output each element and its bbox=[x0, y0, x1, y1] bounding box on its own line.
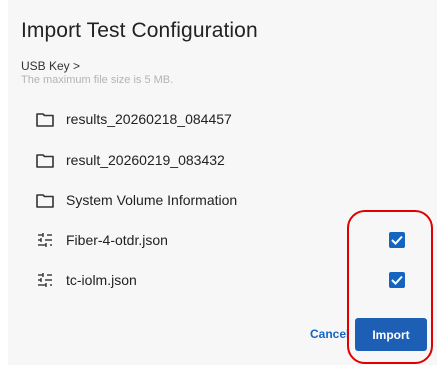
list-item-folder[interactable]: result_20260219_083432 bbox=[35, 145, 415, 175]
list-item-file[interactable]: tc-iolm.json bbox=[35, 265, 415, 295]
import-button[interactable]: Import bbox=[355, 318, 427, 351]
list-item-label: tc-iolm.json bbox=[66, 272, 137, 288]
file-checkbox[interactable] bbox=[389, 232, 405, 248]
list-item-label: Fiber-4-otdr.json bbox=[66, 232, 168, 248]
breadcrumb[interactable]: USB Key > bbox=[21, 59, 80, 73]
import-button-label: Import bbox=[372, 327, 410, 342]
folder-icon bbox=[35, 190, 55, 210]
config-file-icon bbox=[35, 230, 55, 250]
import-dialog: Import Test Configuration USB Key > The … bbox=[8, 0, 437, 365]
list-item-label: System Volume Information bbox=[66, 192, 238, 208]
folder-icon bbox=[35, 150, 55, 170]
cancel-button[interactable]: Cancel bbox=[310, 327, 349, 341]
list-item-label: result_20260219_083432 bbox=[66, 152, 225, 168]
list-item-file[interactable]: Fiber-4-otdr.json bbox=[35, 225, 415, 255]
folder-icon bbox=[35, 109, 55, 129]
file-size-hint: The maximum file size is 5 MB. bbox=[21, 74, 174, 86]
list-item-folder[interactable]: System Volume Information bbox=[35, 185, 415, 215]
checkmark-icon bbox=[391, 235, 403, 245]
dialog-title: Import Test Configuration bbox=[21, 19, 258, 42]
file-checkbox[interactable] bbox=[389, 272, 405, 288]
checkmark-icon bbox=[391, 275, 403, 285]
list-item-folder[interactable]: results_20260218_084457 bbox=[35, 104, 415, 134]
config-file-icon bbox=[35, 270, 55, 290]
list-item-label: results_20260218_084457 bbox=[66, 111, 232, 127]
